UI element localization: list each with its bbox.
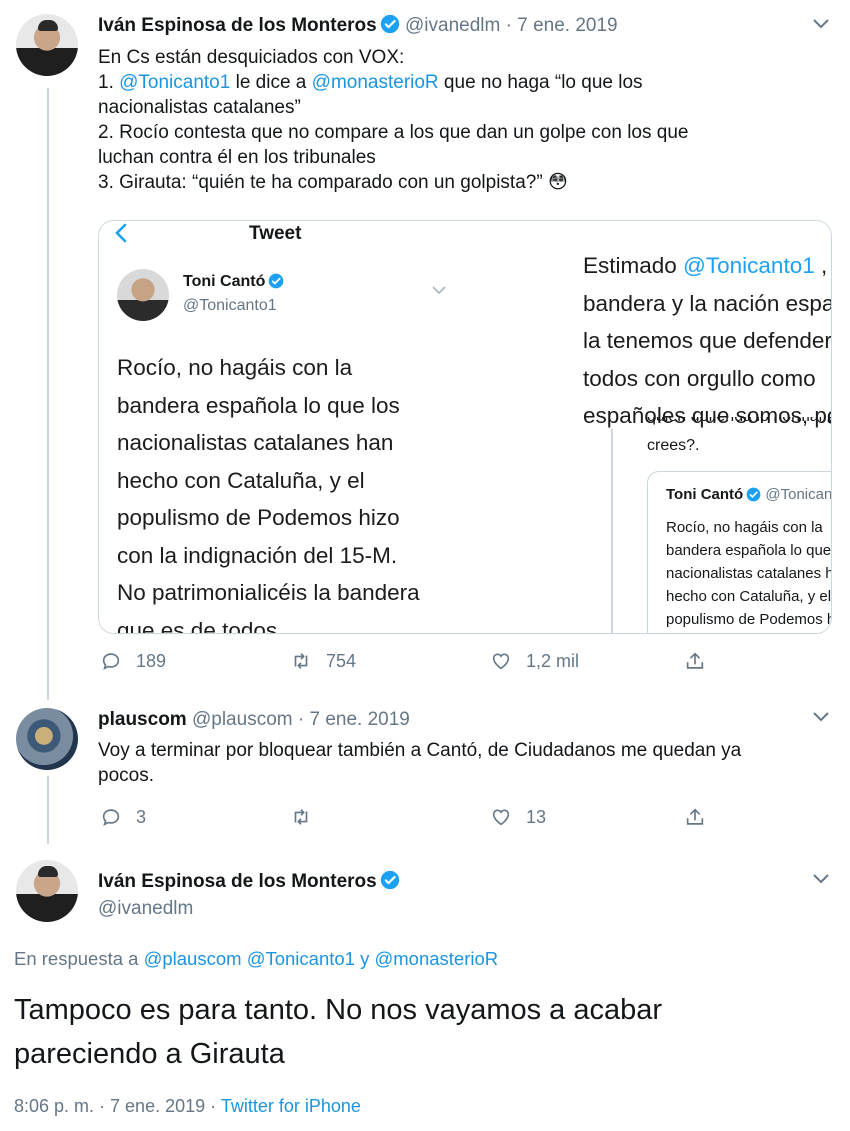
screenshot-small-text: crees?. [647, 437, 700, 454]
reply-count: 189 [136, 650, 167, 671]
author-name[interactable]: Iván Espinosa de los Monteros [98, 15, 377, 36]
media-image-right[interactable]: quien defienda lo normal ¿no crees?. Ton… [515, 221, 832, 633]
retweet-button[interactable]: 754 [290, 650, 356, 672]
tweet-line: luchan contra él en los tribunales [98, 147, 376, 168]
back-arrow-icon [115, 223, 127, 243]
tweet-text: En Cs están desquiciados con VOX: 1. @To… [98, 45, 688, 195]
screenshot-title: Tweet [249, 223, 302, 244]
focused-tweet-text: Tampoco es para tanto. No nos vayamos a … [14, 988, 662, 1076]
tweet-text: Voy a terminar por bloquear también a Ca… [98, 738, 741, 788]
replying-to: En respuesta a @plauscom @Tonicanto1 y @… [14, 948, 499, 969]
verified-badge-icon [746, 487, 761, 502]
tweet-line: Tampoco es para tanto. No nos vayamos a … [14, 994, 663, 1026]
tweet-line: 2. Rocío contesta que no compare a los q… [98, 122, 689, 143]
tweet-source-link[interactable]: Twitter for iPhone [221, 1096, 361, 1116]
retweet-icon [294, 809, 308, 825]
thread-line-lower [47, 776, 49, 844]
mention-link[interactable]: @Tonicanto1 [119, 72, 230, 93]
chevron-down-icon [432, 286, 446, 295]
thread-line-upper [47, 88, 49, 700]
tweet-header: Iván Espinosa de los Monteros @ivanedlm … [98, 14, 618, 38]
verified-badge-icon [269, 273, 284, 289]
mention-link[interactable]: @monasterioR [312, 72, 439, 93]
screenshot-quote-card: Toni Cantó @Tonicanto1 Rocío, no hagáis … [647, 471, 832, 633]
quote-author: Toni Cantó @Tonicanto1 [666, 486, 832, 503]
media-image-left[interactable]: Tweet Toni Cantó @Tonicanto1 Rocío, no h… [99, 221, 513, 634]
share-button[interactable] [684, 650, 706, 672]
media-card[interactable]: Tweet Toni Cantó @Tonicanto1 Rocío, no h… [98, 220, 832, 634]
screenshot-author-name: Toni Cantó [183, 273, 284, 291]
reply-icon [102, 653, 120, 670]
share-icon [686, 652, 704, 669]
chevron-down-icon[interactable] [812, 18, 830, 30]
author-handle[interactable]: @ivanedlm [405, 15, 500, 36]
quote-body: Rocío, no hagáis con la bandera española… [666, 519, 832, 628]
like-count: 1,2 mil [526, 650, 580, 671]
author-name[interactable]: plauscom [98, 709, 187, 730]
avatar[interactable] [16, 708, 78, 770]
retweet-icon [294, 653, 308, 669]
share-button[interactable] [684, 806, 706, 828]
share-icon [686, 808, 704, 825]
avatar[interactable] [16, 860, 78, 922]
chevron-down-icon[interactable] [812, 711, 830, 723]
verified-badge-icon [380, 870, 399, 890]
avatar[interactable] [16, 14, 78, 76]
tweet-actions: 189 754 1,2 mil [98, 650, 718, 680]
heart-icon [492, 809, 510, 826]
like-count: 13 [526, 806, 547, 827]
tweet-line: Voy a terminar por bloquear también a Ca… [98, 740, 742, 761]
retweet-button[interactable] [290, 806, 312, 828]
tweet-metadata: 8:06 p. m. · 7 ene. 2019 · Twitter for i… [14, 1096, 361, 1117]
screenshot-avatar [117, 269, 169, 321]
tweet-line: En Cs están desquiciados con VOX: [98, 47, 405, 68]
tweet-timestamp[interactable]: 8:06 p. m. · 7 ene. 2019 · [14, 1096, 221, 1116]
tweet-header: Iván Espinosa de los Monteros [98, 870, 400, 894]
verified-badge-icon [380, 14, 399, 34]
screenshot-reply-text: Estimado @Tonicanto1 , la bandera y la n… [583, 253, 832, 428]
tweet-actions: 3 13 [98, 806, 718, 836]
screenshot-thread-line [611, 429, 613, 633]
screenshot-body: Rocío, no hagáis con la bandera española… [117, 355, 420, 634]
like-button[interactable]: 13 [490, 806, 546, 828]
heart-icon [492, 653, 510, 670]
screenshot-author-handle: @Tonicanto1 [183, 297, 277, 314]
author-name[interactable]: Iván Espinosa de los Monteros [98, 871, 377, 892]
tweet-line: 3. Girauta: “quién te ha comparado con u… [98, 172, 568, 193]
tweet-date[interactable]: · 7 ene. 2019 [506, 15, 618, 36]
author-handle[interactable]: @ivanedlm [98, 897, 193, 921]
tweet-line: pocos. [98, 765, 154, 786]
reply-button[interactable]: 189 [100, 650, 166, 672]
reply-icon [102, 809, 120, 826]
tweet-header: plauscom @plauscom · 7 ene. 2019 [98, 708, 410, 732]
tweet-line: pareciendo a Girauta [14, 1038, 285, 1070]
author-handle[interactable]: @plauscom [192, 709, 293, 730]
reply-to-mentions[interactable]: @plauscom @Tonicanto1 y @monasterioR [144, 948, 499, 969]
retweet-count: 754 [326, 650, 357, 671]
tweet-line: nacionalistas catalanes” [98, 97, 301, 118]
tweet-line: 1. @Tonicanto1 le dice a @monasterioR qu… [98, 72, 643, 93]
like-button[interactable]: 1,2 mil [490, 650, 579, 672]
tweet-date[interactable]: · 7 ene. 2019 [298, 709, 410, 730]
reply-count: 3 [136, 806, 147, 827]
chevron-down-icon[interactable] [812, 873, 830, 885]
reply-button[interactable]: 3 [100, 806, 146, 828]
